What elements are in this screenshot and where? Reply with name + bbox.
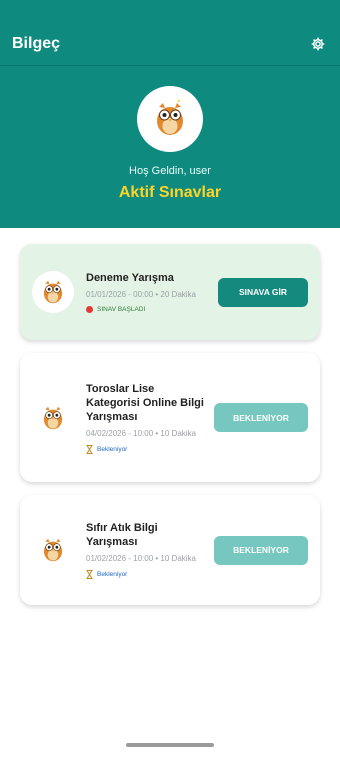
red-dot-icon [86,306,93,313]
exam-card: Toroslar Lise Kategorisi Online Bilgi Ya… [20,353,320,482]
exam-card: Deneme Yarışma 01/01/2026 - 00:00 • 20 D… [20,244,320,340]
avatar [137,86,203,152]
exam-name: Toroslar Lise Kategorisi Online Bilgi Ya… [86,382,204,423]
hourglass-icon [86,570,93,579]
waiting-button[interactable]: BEKLENİYOR [214,535,308,565]
status-text: Bekleniyor [97,571,128,578]
owl-icon [32,397,74,439]
owl-icon [157,99,183,135]
welcome-text: Hoş Geldin, user [129,165,211,177]
status-bar [0,0,340,22]
status-badge: Bekleniyor [86,570,206,579]
exam-meta: 01/02/2026 - 10:00 • 10 Dakika [86,554,196,563]
waiting-button[interactable]: BEKLENİYOR [214,403,308,432]
exam-card: Sıfır Atık Bilgi Yarışması 01/02/2026 - … [20,495,320,605]
enter-exam-button[interactable]: SINAVA GİR [218,277,308,307]
owl-icon [32,529,74,571]
exam-list: Deneme Yarışma 01/01/2026 - 00:00 • 20 D… [0,228,340,605]
gear-icon[interactable] [308,34,328,54]
exam-meta: 04/02/2026 - 10:00 • 10 Dakika [86,428,196,438]
exam-info: Toroslar Lise Kategorisi Online Bilgi Ya… [74,382,214,454]
hourglass-icon [86,444,93,454]
status-text: Bekleniyor [97,445,128,453]
exam-info: Deneme Yarışma 01/01/2026 - 00:00 • 20 D… [74,271,218,313]
status-badge: Bekleniyor [86,444,206,454]
home-indicator[interactable] [126,743,214,747]
owl-icon [32,271,74,313]
page-title: Aktif Sınavlar [118,184,222,201]
exam-name: Sıfır Atık Bilgi Yarışması [86,522,158,548]
app-title: Bilgeç [12,34,61,52]
status-text: SINAV BAŞLADI [97,306,146,313]
exam-info: Sıfır Atık Bilgi Yarışması 01/02/2026 - … [74,521,214,579]
exam-name: Deneme Yarışma [86,272,174,284]
exam-meta: 01/01/2026 - 00:00 • 20 Dakika [86,290,196,299]
app-bar: Bilgeç [0,22,340,66]
status-badge: SINAV BAŞLADI [86,306,210,313]
hero-header: Hoş Geldin, user Aktif Sınavlar [0,66,340,228]
